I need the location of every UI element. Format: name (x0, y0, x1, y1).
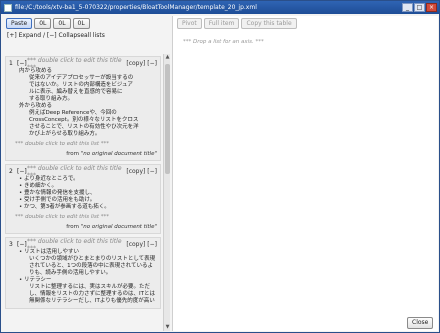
maximize-button[interactable]: □ (414, 3, 425, 12)
list-pane: Paste 0L 0L 0L [+] Expand / [−] Collapse… (3, 16, 170, 331)
list-actions[interactable]: [copy] [−] (126, 60, 157, 67)
list-edit-hint[interactable]: *** double click to edit this list *** (9, 138, 157, 147)
title-bar: file:/C:/tools/xtv-ba1_5-070322/properti… (1, 1, 439, 14)
app-icon (4, 3, 12, 12)
list-item[interactable]: されていると、1つの段落の中に表現されているよ (9, 263, 157, 270)
list-card: 2 [−] *** double click to edit this title … (5, 164, 161, 234)
list-edit-hint[interactable]: *** double click to edit this list *** (9, 211, 157, 220)
list-item[interactable]: 例えばDeep Referenceや、今回の (9, 110, 157, 117)
table-pane: Pivot Full item Copy this table *** Drop… (172, 16, 438, 331)
list-item[interactable]: • 受け手側での活用をも助け。 (9, 197, 157, 204)
list-toggle[interactable]: [−] (17, 60, 27, 67)
list-container: 1 [−] *** double click to edit this title … (3, 54, 163, 331)
list-item[interactable]: • かつ、第3者が参画する道も拓く。 (9, 204, 157, 211)
list-item[interactable]: いくつかの領域がひとまとまりのリストとして表現 (9, 256, 157, 263)
list-toggle[interactable]: [−] (17, 168, 27, 175)
list-item[interactable]: する取り組み方。 (9, 96, 157, 103)
list-level-button-1[interactable]: 0L (34, 18, 52, 29)
list-item[interactable]: 従来のアイデアプロセッサーが設当するの (9, 75, 157, 82)
list-item[interactable]: • リテラシー (9, 277, 157, 284)
list-item[interactable]: させることで、リストの有効性やひ次元を洋 (9, 124, 157, 131)
minimize-button[interactable]: _ (402, 3, 413, 12)
source-label: from (66, 151, 80, 157)
list-number: 1 (9, 60, 13, 67)
list-item[interactable]: • きめ細かく。 (9, 183, 157, 190)
scroll-down-icon[interactable]: ▼ (164, 324, 171, 331)
list-card-header: 2 [−] *** double click to edit this title … (9, 165, 157, 179)
list-card: 1 [−] *** double click to edit this title … (5, 56, 161, 161)
list-card: 3 [−] *** double click to edit this title … (5, 237, 161, 309)
list-actions[interactable]: [copy] [−] (126, 168, 157, 175)
list-toggle[interactable]: [−] (17, 241, 27, 248)
source-label: from (66, 224, 80, 230)
list-item[interactable]: りも、読み手側の活用しやすい。 (9, 270, 157, 277)
source-title: "no original document title" (80, 224, 157, 230)
list-card-header: 1 [−] *** double click to edit this title … (9, 57, 157, 71)
expand-collapse-control[interactable]: [+] Expand / [−] Collapseall lists (3, 31, 170, 40)
list-card-header: 3 [−] *** double click to edit this title … (9, 238, 157, 252)
scroll-thumb[interactable] (165, 64, 170, 174)
list-tree: • より身近なところで。 • きめ細かく。 • 豊かな情報の発信を支援し、 • 受け手… (9, 176, 157, 211)
list-item[interactable]: ではないか。リストの内部構造をビジュア (9, 82, 157, 89)
close-button[interactable]: Close (407, 317, 434, 329)
list-item[interactable]: リストに整理するには、実はスキルが必要。ただ (9, 284, 157, 291)
source-title: "no original document title" (80, 151, 157, 157)
left-toolbar: Paste 0L 0L 0L (3, 16, 170, 31)
close-window-button[interactable]: × (426, 3, 437, 12)
list-source: from "no original document title" (9, 220, 157, 230)
app-window: file:/C:/tools/xtv-ba1_5-070322/properti… (0, 0, 440, 333)
pivot-button[interactable]: Pivot (177, 18, 202, 29)
list-number: 2 (9, 168, 13, 175)
list-tree: 内から攻める 従来のアイデアプロセッサーが設当するの ではないか。リストの内部構造を… (9, 68, 157, 138)
list-actions[interactable]: [copy] [−] (126, 241, 157, 248)
list-item[interactable]: かび上がらせる取り組み方。 (9, 131, 157, 138)
list-tree: • リストは活用しやすい いくつかの領域がひとまとまりのリストとして表現 されている… (9, 249, 157, 305)
copy-table-button[interactable]: Copy this table (241, 18, 297, 29)
list-item[interactable]: ルに表示、編み替えを直感的で容易に (9, 89, 157, 96)
list-level-button-2[interactable]: 0L (53, 18, 71, 29)
full-item-button[interactable]: Full item (203, 18, 240, 29)
scroll-up-icon[interactable]: ▲ (164, 54, 171, 61)
window-title: file:/C:/tools/xtv-ba1_5-070322/properti… (15, 4, 257, 11)
list-level-button-3[interactable]: 0L (72, 18, 90, 29)
list-item[interactable]: 無関係なリテラシーだし、ITよりも優先的度が高い (9, 298, 157, 305)
drop-zone-hint[interactable]: *** Drop a list for an axis. *** (183, 39, 264, 45)
list-number: 3 (9, 241, 13, 248)
right-toolbar: Pivot Full item Copy this table (173, 16, 438, 31)
list-item[interactable]: 外から攻める (9, 103, 157, 110)
list-item[interactable]: し、情報をリストの力さずに整理するのは、ITとは (9, 291, 157, 298)
list-item[interactable]: CrossConcept。別の様々なリストをクロス (9, 117, 157, 124)
list-source: from "no original document title" (9, 147, 157, 157)
paste-button[interactable]: Paste (6, 18, 33, 29)
list-item[interactable]: • 豊かな情報の発信を支援し、 (9, 190, 157, 197)
vertical-scrollbar[interactable]: ▲ ▼ (163, 54, 170, 331)
